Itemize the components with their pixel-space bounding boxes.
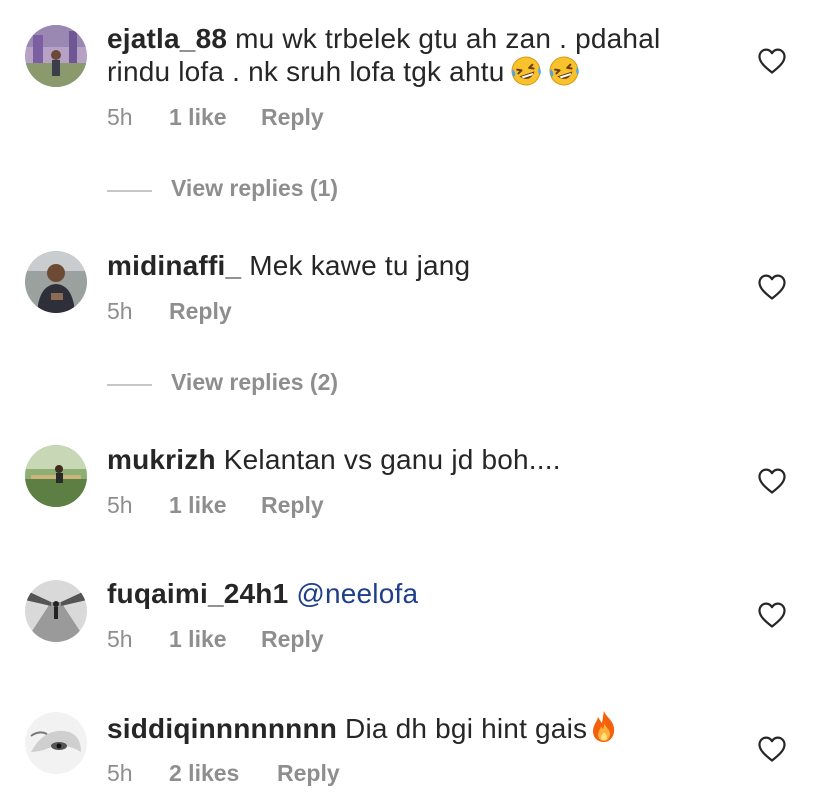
reply-button[interactable]: Reply bbox=[261, 104, 324, 131]
reply-button[interactable]: Reply bbox=[261, 626, 324, 653]
reply-button[interactable]: Reply bbox=[169, 298, 232, 325]
like-heart-icon[interactable] bbox=[758, 48, 786, 74]
avatar[interactable] bbox=[25, 251, 87, 313]
comment-meta: 5h 2 likes Reply bbox=[107, 760, 340, 787]
comment-text: ejatla_88 mu wk trbelek gtu ah zan . pda… bbox=[107, 22, 707, 88]
view-replies-button[interactable]: View replies (1) bbox=[107, 175, 507, 205]
rolling-on-floor-laughing-icon bbox=[548, 55, 580, 87]
comment-text: fuqaimi_24h1 @neelofa bbox=[107, 577, 707, 610]
avatar-image bbox=[25, 25, 87, 87]
avatar-image bbox=[25, 712, 87, 774]
comment-text: midinaffi_ Mek kawe tu jang bbox=[107, 249, 707, 282]
comment-body-continued: rindu lofa . nk sruh lofa tgk ahtu bbox=[107, 56, 505, 87]
comment-likes[interactable]: 1 like bbox=[169, 626, 261, 653]
comment-meta: 5h 1 like Reply bbox=[107, 626, 324, 653]
comment-timestamp: 5h bbox=[107, 492, 133, 518]
comment-username[interactable]: fuqaimi_24h1 bbox=[107, 578, 288, 609]
comment-meta: 5h Reply bbox=[107, 298, 232, 325]
comment-timestamp: 5h bbox=[107, 104, 133, 130]
comment-username[interactable]: mukrizh bbox=[107, 444, 216, 475]
comment-timestamp: 5h bbox=[107, 298, 133, 324]
avatar-image bbox=[25, 251, 87, 313]
comment-meta: 5h 1 like Reply bbox=[107, 104, 324, 131]
like-heart-icon[interactable] bbox=[758, 468, 786, 494]
comment-text: siddiqinnnnnnnn Dia dh bgi hint gais bbox=[107, 710, 707, 745]
comment-username[interactable]: midinaffi_ bbox=[107, 250, 241, 281]
comment-text: mukrizh Kelantan vs ganu jd boh.... bbox=[107, 443, 707, 476]
comment-timestamp: 5h bbox=[107, 760, 133, 786]
view-replies-label: View replies (2) bbox=[171, 369, 339, 395]
view-replies-label: View replies (1) bbox=[171, 175, 339, 201]
comment-meta: 5h 1 like Reply bbox=[107, 492, 324, 519]
reply-button[interactable]: Reply bbox=[277, 760, 340, 787]
comment-username[interactable]: siddiqinnnnnnnn bbox=[107, 713, 337, 744]
comment-likes[interactable]: 1 like bbox=[169, 492, 261, 519]
comment-timestamp: 5h bbox=[107, 626, 133, 652]
comment-likes[interactable]: 1 like bbox=[169, 104, 261, 131]
reply-button[interactable]: Reply bbox=[261, 492, 324, 519]
avatar-image bbox=[25, 580, 87, 642]
view-replies-divider bbox=[107, 384, 152, 386]
comment-body: Mek kawe tu jang bbox=[249, 250, 471, 281]
like-heart-icon[interactable] bbox=[758, 602, 786, 628]
comment-likes[interactable]: 2 likes bbox=[169, 760, 277, 787]
comment-body: mu wk trbelek gtu ah zan . pdahal bbox=[235, 23, 661, 54]
avatar[interactable] bbox=[25, 25, 87, 87]
avatar[interactable] bbox=[25, 445, 87, 507]
mention-link[interactable]: @neelofa bbox=[296, 578, 418, 609]
view-replies-divider bbox=[107, 190, 152, 192]
rolling-on-floor-laughing-icon bbox=[510, 55, 542, 87]
comment-body: Dia dh bgi hint gais bbox=[345, 713, 588, 744]
fire-icon bbox=[589, 710, 619, 744]
avatar[interactable] bbox=[25, 580, 87, 642]
comment-username[interactable]: ejatla_88 bbox=[107, 23, 227, 54]
view-replies-button[interactable]: View replies (2) bbox=[107, 369, 507, 399]
like-heart-icon[interactable] bbox=[758, 274, 786, 300]
avatar[interactable] bbox=[25, 712, 87, 774]
comment-body: Kelantan vs ganu jd boh.... bbox=[223, 444, 561, 475]
like-heart-icon[interactable] bbox=[758, 736, 786, 762]
avatar-image bbox=[25, 445, 87, 507]
